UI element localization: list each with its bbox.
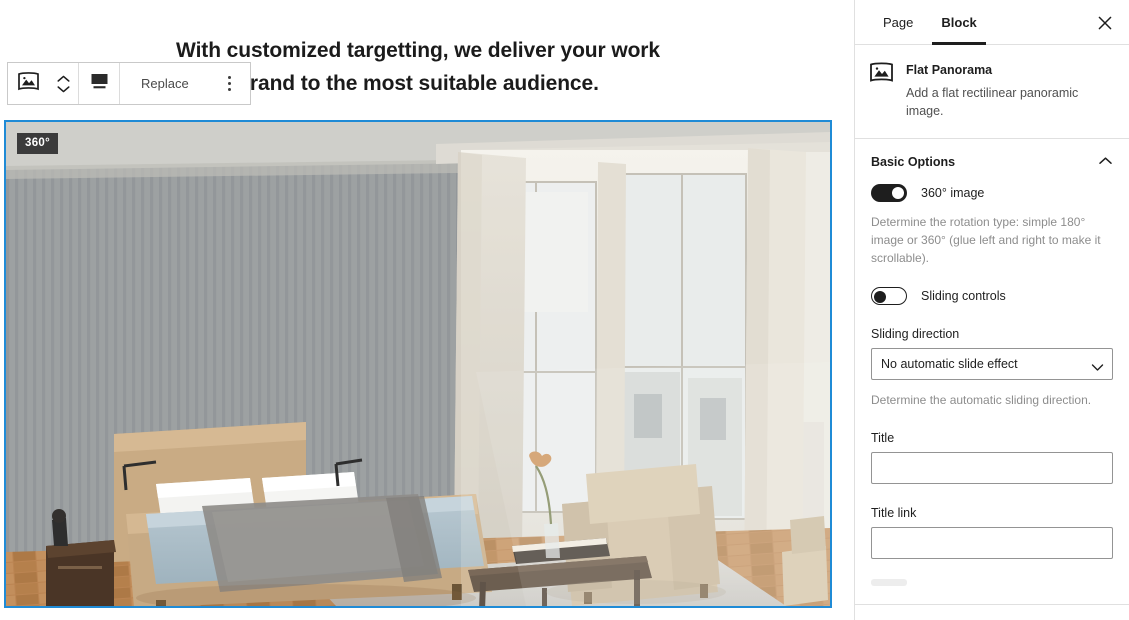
toggle-knob xyxy=(874,291,886,303)
status-badge: 360° xyxy=(17,133,58,154)
sliding-direction-select-wrap: No automatic slide effect xyxy=(871,348,1113,380)
toolbar-group-actions: Replace xyxy=(120,63,250,104)
close-icon[interactable] xyxy=(1091,9,1119,37)
toolbar-group-block xyxy=(8,63,79,104)
replace-button[interactable]: Replace xyxy=(120,63,210,104)
flat-panorama-icon xyxy=(869,61,894,120)
block-info-card: Flat Panorama Add a flat rectilinear pan… xyxy=(855,45,1129,139)
title-link-input[interactable] xyxy=(871,527,1113,559)
block-info-text: Flat Panorama Add a flat rectilinear pan… xyxy=(906,61,1102,120)
tab-page[interactable]: Page xyxy=(869,0,927,44)
block-info-description: Add a flat rectilinear panoramic image. xyxy=(906,86,1079,118)
toggle-sliding-controls[interactable] xyxy=(871,287,907,305)
block-toolbar: Replace xyxy=(7,62,251,105)
sidebar-tabs: Page Block xyxy=(855,0,1129,45)
vertical-ellipsis-icon-dot xyxy=(228,88,232,91)
block-editor-screen: With customized targetting, we deliver y… xyxy=(0,0,1129,620)
sliding-direction-help: Determine the automatic sliding directio… xyxy=(871,393,1092,407)
block-info-title: Flat Panorama xyxy=(906,63,993,77)
chevron-up-icon[interactable] xyxy=(1098,153,1113,171)
move-block-buttons[interactable] xyxy=(48,63,78,104)
title-label: Title xyxy=(871,431,895,445)
title-link-label: Title link xyxy=(871,506,917,520)
field-title-link: Title link xyxy=(871,506,1113,559)
field-title: Title xyxy=(871,431,1113,484)
basic-options-panel: Basic Options 360° image Determine the r… xyxy=(855,139,1129,605)
move-down-icon[interactable] xyxy=(56,84,71,94)
flat-panorama-block[interactable]: 360° xyxy=(4,120,832,608)
basic-options-body: 360° image Determine the rotation type: … xyxy=(855,184,1129,604)
basic-options-header[interactable]: Basic Options xyxy=(855,139,1129,184)
vertical-ellipsis-icon-dot xyxy=(228,82,232,85)
panorama-image-render xyxy=(6,122,830,606)
field-sliding-direction: Sliding direction No automatic slide eff… xyxy=(871,327,1113,409)
toggle-row-sliding-controls: Sliding controls xyxy=(871,287,1113,305)
align-button[interactable] xyxy=(79,63,119,104)
toggle-360-image[interactable] xyxy=(871,184,907,202)
toggle-sliding-controls-label: Sliding controls xyxy=(921,289,1006,303)
block-settings-sidebar: Page Block Flat Panorama Add a flat rect… xyxy=(854,0,1129,620)
toggle-360-image-help: Determine the rotation type: simple 180°… xyxy=(871,215,1101,265)
vertical-ellipsis-icon-dot xyxy=(228,76,232,79)
sliding-direction-label: Sliding direction xyxy=(871,327,960,341)
move-up-icon[interactable] xyxy=(56,74,71,84)
block-type-button[interactable] xyxy=(8,63,48,104)
toolbar-group-align xyxy=(79,63,120,104)
align-full-width-icon xyxy=(89,71,110,96)
panorama-image[interactable] xyxy=(6,122,830,606)
next-field-label-placeholder xyxy=(871,579,907,586)
toggle-360-image-label: 360° image xyxy=(921,186,985,200)
title-input[interactable] xyxy=(871,452,1113,484)
sliding-direction-select[interactable]: No automatic slide effect xyxy=(871,348,1113,380)
basic-options-title: Basic Options xyxy=(871,155,956,169)
next-field-partial xyxy=(871,579,1113,586)
editor-canvas: With customized targetting, we deliver y… xyxy=(0,0,836,620)
flat-panorama-icon xyxy=(17,71,40,96)
toggle-knob xyxy=(892,187,904,199)
tab-block[interactable]: Block xyxy=(927,0,990,45)
replace-button-label: Replace xyxy=(141,76,189,91)
toggle-row-360-image: 360° image xyxy=(871,184,1113,202)
more-options-button[interactable] xyxy=(210,63,250,104)
